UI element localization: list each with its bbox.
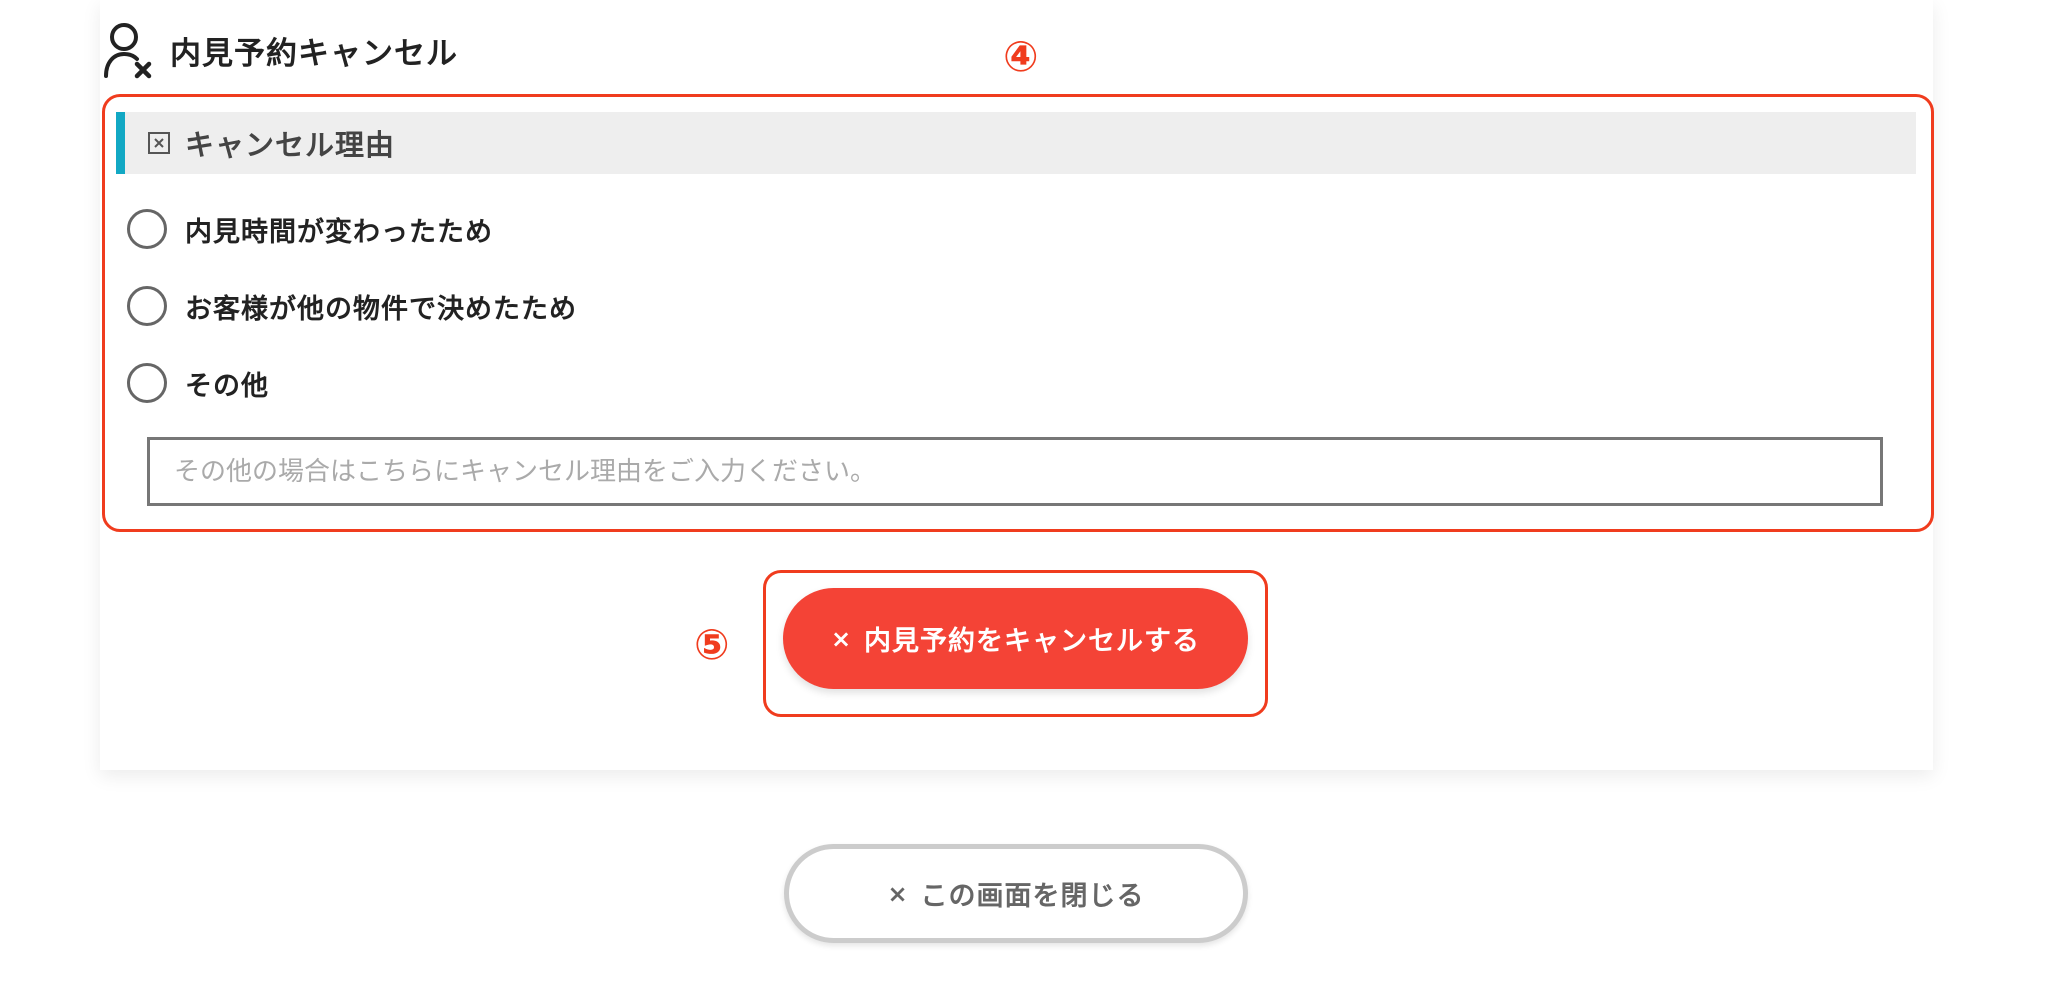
cancel-reservation-button[interactable]: × 内見予約をキャンセルする xyxy=(783,588,1248,689)
box-x-icon xyxy=(148,132,170,154)
radio-option-label: お客様が他の物件で決めたため xyxy=(185,293,577,325)
close-screen-button[interactable]: × この画面を閉じる xyxy=(784,844,1248,943)
annotation-marker-5: ⑤ xyxy=(694,620,730,669)
radio-option-schedule-changed[interactable]: 内見時間が変わったため xyxy=(127,207,493,251)
cancel-reason-header: キャンセル理由 xyxy=(116,112,1916,174)
radio-option-other[interactable]: その他 xyxy=(127,361,269,405)
other-reason-input[interactable] xyxy=(147,437,1883,506)
radio-option-label: 内見時間が変わったため xyxy=(185,216,493,248)
cancel-reservation-button-label: 内見予約をキャンセルする xyxy=(864,626,1201,657)
cancel-reason-title: キャンセル理由 xyxy=(185,128,396,162)
radio-button[interactable] xyxy=(127,363,167,403)
close-icon: × xyxy=(830,624,853,653)
radio-option-chose-other-property[interactable]: お客様が他の物件で決めたため xyxy=(127,284,577,328)
radio-button[interactable] xyxy=(127,286,167,326)
annotation-marker-4: ④ xyxy=(1003,32,1039,81)
page-canvas: 内見予約キャンセル ④ キャンセル理由 内見時間が変わったため お客様が他の物件… xyxy=(0,0,2056,1002)
radio-button[interactable] xyxy=(127,209,167,249)
radio-option-label: その他 xyxy=(185,370,269,402)
close-screen-button-label: この画面を閉じる xyxy=(920,881,1145,912)
close-icon: × xyxy=(887,879,909,908)
user-remove-icon xyxy=(104,23,152,79)
page-title: 内見予約キャンセル xyxy=(170,35,458,72)
page-heading: 内見予約キャンセル xyxy=(100,20,458,80)
